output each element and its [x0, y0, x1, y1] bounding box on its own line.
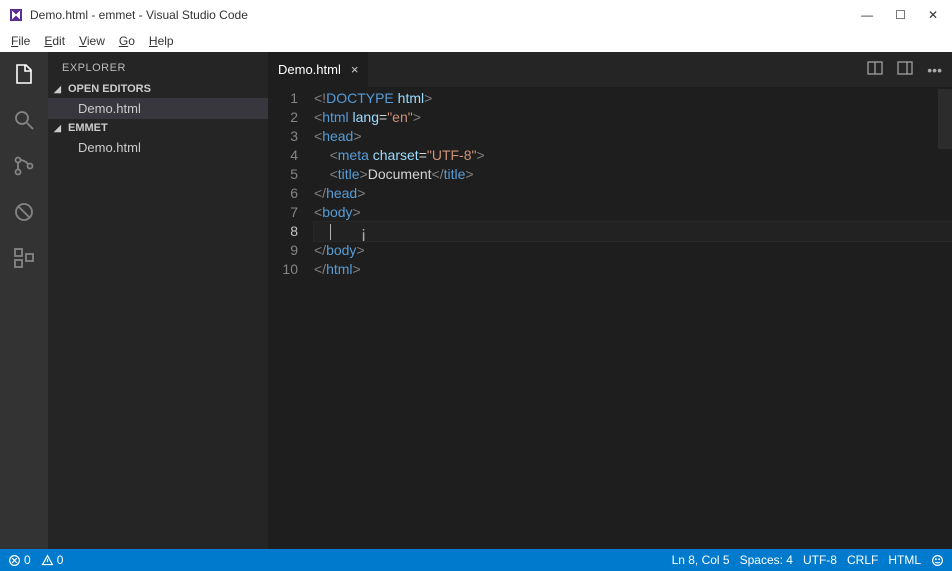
debug-icon[interactable]: [10, 198, 38, 226]
caret-down-icon: ◢: [54, 84, 66, 95]
main-area: EXPLORER ◢ OPEN EDITORS Demo.html ◢ EMME…: [0, 52, 952, 549]
code-content[interactable]: <!DOCTYPE html><html lang="en"><head> <m…: [314, 89, 952, 549]
minimap-scrollbar[interactable]: [938, 89, 952, 149]
language-mode[interactable]: HTML: [888, 553, 921, 567]
window-titlebar: Demo.html - emmet - Visual Studio Code —…: [0, 0, 952, 30]
line-number: 7: [268, 203, 298, 222]
window-title: Demo.html - emmet - Visual Studio Code: [30, 8, 861, 22]
errors-status[interactable]: 0: [8, 553, 31, 567]
warnings-status[interactable]: 0: [41, 553, 64, 567]
feedback-smiley-icon[interactable]: [931, 554, 944, 567]
workspace-file[interactable]: Demo.html: [48, 137, 268, 158]
explorer-icon[interactable]: [10, 60, 38, 88]
line-number: 2: [268, 108, 298, 127]
vscode-logo-icon: [8, 7, 24, 23]
toggle-layout-icon[interactable]: [897, 60, 913, 79]
window-controls: — ☐ ✕: [861, 8, 944, 22]
code-line[interactable]: <meta charset="UTF-8">: [314, 146, 952, 165]
open-editors-section[interactable]: ◢ OPEN EDITORS: [48, 80, 268, 98]
line-number: 6: [268, 184, 298, 203]
workspace-label: EMMET: [68, 122, 108, 134]
line-number: 8: [268, 222, 298, 241]
menu-go[interactable]: Go: [112, 32, 142, 50]
split-editor-icon[interactable]: [867, 60, 883, 79]
code-line[interactable]: </body>: [314, 241, 952, 260]
line-number-gutter: 12345678910: [268, 89, 314, 549]
source-control-icon[interactable]: [10, 152, 38, 180]
menu-edit[interactable]: Edit: [37, 32, 72, 50]
code-line[interactable]: </head>: [314, 184, 952, 203]
code-line[interactable]: </html>: [314, 260, 952, 279]
tab-close-icon[interactable]: ×: [351, 62, 359, 77]
code-line[interactable]: [314, 222, 952, 241]
cursor-position[interactable]: Ln 8, Col 5: [672, 553, 730, 567]
code-line[interactable]: <html lang="en">: [314, 108, 952, 127]
tab-label: Demo.html: [278, 62, 341, 77]
line-number: 9: [268, 241, 298, 260]
menu-view[interactable]: View: [72, 32, 112, 50]
line-number: 3: [268, 127, 298, 146]
sidebar-title: EXPLORER: [48, 52, 268, 80]
explorer-sidebar: EXPLORER ◢ OPEN EDITORS Demo.html ◢ EMME…: [48, 52, 268, 549]
minimize-button[interactable]: —: [861, 8, 873, 22]
tab-bar: Demo.html × •••: [268, 52, 952, 87]
search-icon[interactable]: [10, 106, 38, 134]
errors-count: 0: [24, 553, 31, 567]
code-line[interactable]: <body>: [314, 203, 952, 222]
extensions-icon[interactable]: [10, 244, 38, 272]
line-number: 5: [268, 165, 298, 184]
activity-bar: [0, 52, 48, 549]
caret-down-icon: ◢: [54, 123, 66, 134]
code-line[interactable]: <title>Document</title>: [314, 165, 952, 184]
code-editor[interactable]: 12345678910 <!DOCTYPE html><html lang="e…: [268, 87, 952, 549]
menu-bar: File Edit View Go Help: [0, 30, 952, 52]
warnings-count: 0: [57, 553, 64, 567]
eol-status[interactable]: CRLF: [847, 553, 878, 567]
menu-help[interactable]: Help: [142, 32, 181, 50]
status-bar: 0 0 Ln 8, Col 5 Spaces: 4 UTF-8 CRLF HTM…: [0, 549, 952, 571]
editor-actions: •••: [867, 52, 952, 87]
close-window-button[interactable]: ✕: [928, 8, 938, 22]
open-editors-file[interactable]: Demo.html: [48, 98, 268, 119]
text-cursor: [330, 224, 331, 240]
encoding-status[interactable]: UTF-8: [803, 553, 837, 567]
workspace-section[interactable]: ◢ EMMET: [48, 119, 268, 137]
more-actions-icon[interactable]: •••: [927, 62, 942, 78]
line-number: 1: [268, 89, 298, 108]
code-line[interactable]: <!DOCTYPE html>: [314, 89, 952, 108]
line-number: 4: [268, 146, 298, 165]
line-number: 10: [268, 260, 298, 279]
indentation-status[interactable]: Spaces: 4: [740, 553, 793, 567]
tab-demo-html[interactable]: Demo.html ×: [268, 52, 369, 87]
menu-file[interactable]: File: [4, 32, 37, 50]
open-editors-label: OPEN EDITORS: [68, 83, 151, 95]
code-line[interactable]: <head>: [314, 127, 952, 146]
editor-area: Demo.html × ••• 12345678910 <!DOCTYPE ht…: [268, 52, 952, 549]
maximize-button[interactable]: ☐: [895, 8, 906, 22]
